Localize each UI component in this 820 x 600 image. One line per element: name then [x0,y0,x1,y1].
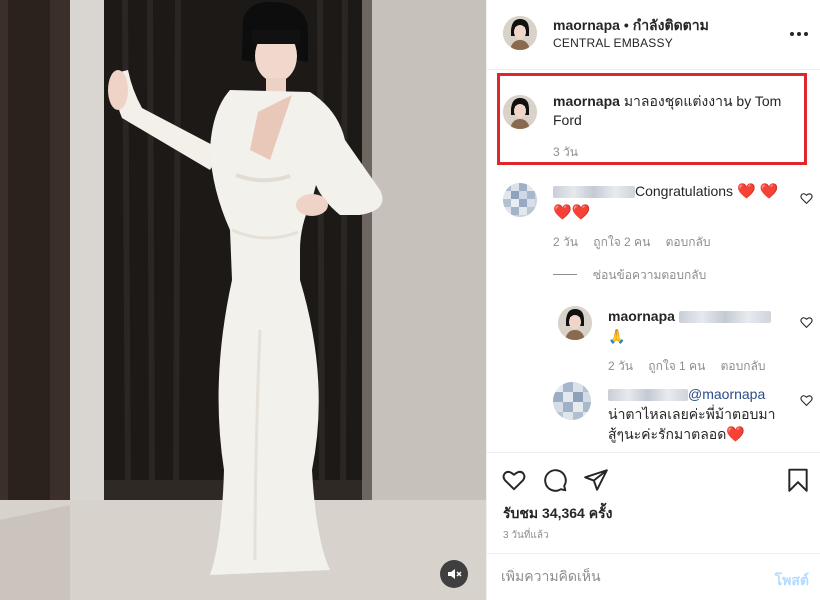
hide-replies-button[interactable]: ซ่อนข้อความตอบกลับ [593,266,706,285]
mute-button[interactable] [440,560,468,588]
comment-1-hearts: ❤️ ❤️ [736,183,779,200]
header-user-line: maornapa • กำลังติดตาม [553,15,709,37]
like-comment-heart-icon[interactable] [800,192,813,205]
heart-icon[interactable] [501,467,527,493]
hide-replies-divider [553,274,577,275]
more-dots-icon [790,32,808,36]
reply-avatar[interactable] [558,306,592,340]
header-username[interactable]: maornapa [553,17,620,33]
photo-image [0,0,486,600]
caption-time[interactable]: 3 วัน [553,143,578,162]
like-comment-heart-icon[interactable] [800,394,813,407]
more-options-button[interactable] [787,24,811,44]
post-photo[interactable] [0,0,486,600]
post-comment-button[interactable]: โพสต์ [775,570,809,592]
reply-reply[interactable]: ตอบกลับ [721,359,766,373]
comment-1-hearts-2: ❤️❤️ [553,204,591,221]
view-count[interactable]: รับชม 34,364 ครั้ง [503,503,612,525]
follow-status[interactable]: กำลังติดตาม [633,17,709,33]
blurred-username[interactable] [553,186,635,199]
post-age[interactable]: 3 วันที่แล้ว [503,528,549,543]
reply-emoji: 🙏 [608,328,626,344]
speaker-muted-icon [448,569,462,579]
blurred-username[interactable] [608,389,688,402]
comment-input[interactable] [501,568,741,584]
comment-avatar-blurred[interactable] [553,382,591,420]
caption-text: maornapa มาลองชุดแต่งงาน by Tom Ford [553,92,803,130]
header-separator: • [623,17,629,33]
avatar-image [503,95,537,129]
post-side-panel: maornapa • กำลังติดตาม CENTRAL EMBASSY ma… [486,0,820,600]
comment-1-reply[interactable]: ตอบกลับ [666,235,711,249]
post-header: maornapa • กำลังติดตาม CENTRAL EMBASSY [487,0,820,70]
like-reply-heart-icon[interactable] [800,316,813,329]
caption-avatar[interactable] [503,95,537,129]
post-actions: รับชม 34,364 ครั้ง 3 วันที่แล้ว โพสต์ [487,452,820,600]
add-comment-bar: โพสต์ [487,553,820,600]
reply-likes[interactable]: ถูกใจ 1 คน [648,359,705,373]
reply-text: maornapa 🙏 [608,306,788,346]
location-link[interactable]: CENTRAL EMBASSY [553,36,673,50]
comment-3-line-2: สู้ๆนะค่ะรักมาตลอด [608,426,727,442]
avatar-image [558,306,592,340]
reply-meta: 2 วัน ถูกใจ 1 คน ตอบกลับ [608,357,778,376]
comment-3-text: @maornapa น่าตาไหลเลยค่ะพี่ม้าตอบมา สู้ๆ… [608,384,798,445]
share-icon[interactable] [583,467,609,493]
comment-1-meta: 2 วัน ถูกใจ 2 คน ตอบกลับ [553,233,723,252]
comment-3-line-1: น่าตาไหลเลยค่ะพี่ม้าตอบมา [608,406,776,422]
avatar-image [503,16,537,50]
reply-time[interactable]: 2 วัน [608,359,633,373]
comment-3-heart: ❤️ [726,426,745,443]
comment-1-body: Congratulations [635,183,734,199]
comment-3-mention[interactable]: @maornapa [688,386,765,402]
comment-1-likes[interactable]: ถูกใจ 2 คน [593,235,650,249]
avatar[interactable] [503,16,537,50]
comment-avatar-blurred[interactable] [503,183,537,217]
comment-1-time[interactable]: 2 วัน [553,235,578,249]
comment-icon[interactable] [542,467,568,493]
comment-1-text: Congratulations ❤️ ❤️ ❤️❤️ [553,181,789,223]
blurred-mention[interactable] [678,311,771,324]
caption-username[interactable]: maornapa [553,93,620,109]
bookmark-icon[interactable] [785,467,811,493]
reply-username[interactable]: maornapa [608,308,675,324]
